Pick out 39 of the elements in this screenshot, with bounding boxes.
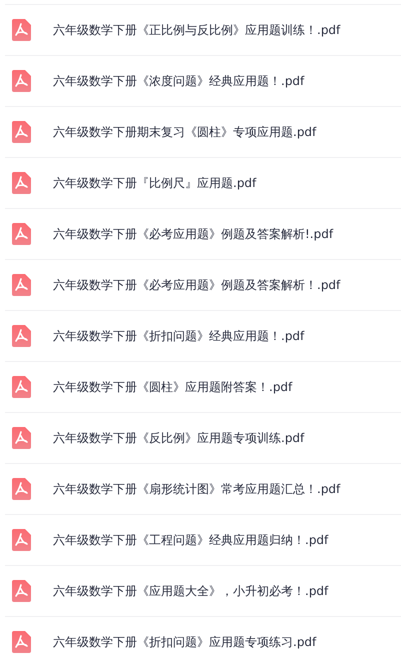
file-name: 六年级数学下册《工程问题》经典应用题归纳！.pdf <box>53 532 328 548</box>
pdf-file-icon <box>12 172 31 194</box>
file-name: 六年级数学下册《浓度问题》经典应用题！.pdf <box>53 72 304 90</box>
file-name: 六年级数学下册《扇形统计图》常考应用题汇总！.pdf <box>53 480 340 498</box>
pdf-file-icon <box>12 325 31 347</box>
pdf-file-icon <box>12 580 31 602</box>
file-name: 六年级数学下册《正比例与反比例》应用题训练！.pdf <box>53 22 340 38</box>
pdf-file-icon <box>12 376 31 398</box>
file-name: 六年级数学下册期末复习《圆柱》专项应用题.pdf <box>53 124 316 140</box>
pdf-file-icon <box>12 274 31 296</box>
file-row[interactable]: 六年级数学下册《扇形统计图》常考应用题汇总！.pdf <box>5 463 401 514</box>
file-row[interactable]: 六年级数学下册《反比例》应用题专项训练.pdf <box>5 412 401 463</box>
file-row[interactable]: 六年级数学下册『比例尺』应用题.pdf <box>5 157 401 208</box>
pdf-file-icon <box>12 70 31 92</box>
pdf-file-icon <box>12 427 31 449</box>
pdf-file-icon <box>12 478 31 500</box>
file-row[interactable]: 六年级数学下册《折扣问题》应用题专项练习.pdf <box>5 616 401 659</box>
file-row[interactable]: 六年级数学下册《必考应用题》例题及答案解析!.pdf <box>5 208 401 259</box>
file-name: 六年级数学下册《必考应用题》例题及答案解析！.pdf <box>53 276 340 294</box>
file-row[interactable]: 六年级数学下册期末复习《圆柱》专项应用题.pdf <box>5 106 401 157</box>
file-name: 六年级数学下册《应用题大全》，小升初必考！.pdf <box>53 582 328 600</box>
file-row[interactable]: 六年级数学下册《必考应用题》例题及答案解析！.pdf <box>5 259 401 310</box>
file-name: 六年级数学下册《反比例》应用题专项训练.pdf <box>53 430 304 446</box>
file-name: 六年级数学下册《圆柱》应用题附答案！.pdf <box>53 378 292 396</box>
file-row[interactable]: 六年级数学下册《圆柱》应用题附答案！.pdf <box>5 361 401 412</box>
file-row[interactable]: 六年级数学下册《浓度问题》经典应用题！.pdf <box>5 55 401 106</box>
file-name: 六年级数学下册《折扣问题》经典应用题！.pdf <box>53 328 304 344</box>
file-row[interactable]: 六年级数学下册《工程问题》经典应用题归纳！.pdf <box>5 514 401 565</box>
file-name: 六年级数学下册《必考应用题》例题及答案解析!.pdf <box>53 226 334 242</box>
pdf-file-icon <box>12 223 31 245</box>
pdf-file-icon <box>12 631 31 653</box>
file-name: 六年级数学下册『比例尺』应用题.pdf <box>53 174 256 192</box>
pdf-file-icon <box>12 121 31 143</box>
file-row[interactable]: 六年级数学下册《折扣问题》经典应用题！.pdf <box>5 310 401 361</box>
file-row[interactable]: 六年级数学下册《应用题大全》，小升初必考！.pdf <box>5 565 401 616</box>
pdf-file-icon <box>12 19 31 41</box>
file-name: 六年级数学下册《折扣问题》应用题专项练习.pdf <box>53 634 316 650</box>
file-row[interactable]: 六年级数学下册《正比例与反比例》应用题训练！.pdf <box>5 4 401 55</box>
pdf-file-icon <box>12 529 31 551</box>
